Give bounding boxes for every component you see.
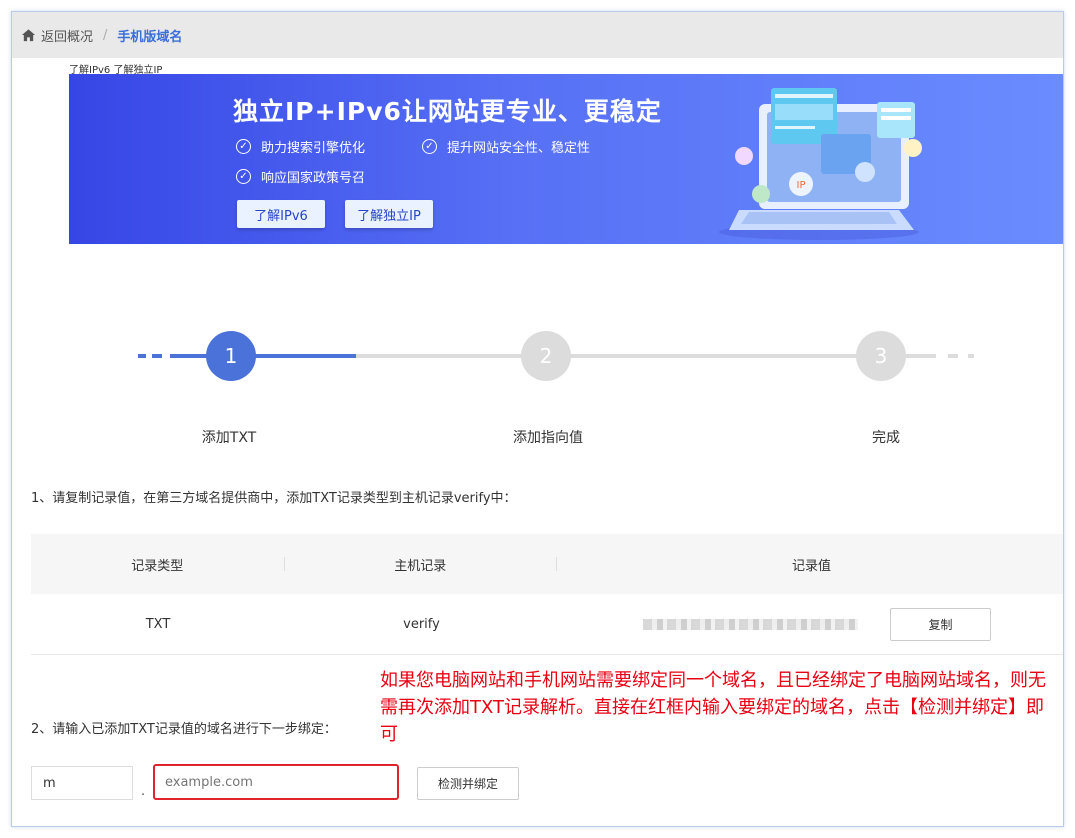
table-header: 记录类型 主机记录 记录值 [31,534,1063,594]
domain-input[interactable] [153,764,399,800]
progress-line [170,354,356,358]
step-2-label: 添加指向值 [513,430,583,446]
table-row: TXT verify 复制 [31,594,1063,655]
blurred-record-value [643,618,858,630]
column-header-value: 记录值 [791,558,831,574]
breadcrumb-current: 手机版域名 [117,29,183,45]
copy-button[interactable]: 复制 [890,607,991,641]
banner-feature: ✓ 响应国家政策号召 [236,167,365,186]
home-icon[interactable] [21,28,36,43]
check-circle-icon: ✓ [422,139,437,154]
cell-type: TXT [145,616,171,632]
annotation-note: 如果您电脑网站和手机网站需要绑定同一个域名，且已经绑定了电脑网站域名，则无需再次… [380,670,1046,745]
check-circle-icon: ✓ [236,169,251,184]
column-header-type: 记录类型 [131,558,184,574]
banner-feature: ✓ 助力搜索引擎优化 [236,137,365,156]
step-1-circle: 1 [206,331,256,381]
banner-feature-text: 提升网站安全性、稳定性 [447,141,591,156]
step-2-circle: 2 [521,331,571,381]
learn-ipv6-button[interactable]: 了解IPv6 [237,200,325,228]
progress-line [968,354,974,358]
instruction-step-2: 2、请输入已添加TXT记录值的域名进行下一步绑定： [31,722,337,737]
step-3-label: 完成 [872,430,900,446]
dns-record-table: 记录类型 主机记录 记录值 TXT verify 复制 [31,534,1063,655]
domain-dot-separator: . [141,784,146,799]
progress-line [152,354,162,358]
check-and-bind-button[interactable]: 检测并绑定 [417,767,519,800]
laptop-illustration-icon: IP [719,88,922,240]
subdomain-input[interactable] [31,766,133,800]
column-header-host: 主机记录 [394,558,447,574]
promo-banner[interactable]: 独立IP+IPv6让网站更专业、更稳定 ✓ 助力搜索引擎优化 ✓ 提升网站安全性… [69,74,1063,244]
instruction-step-1: 1、请复制记录值，在第三方域名提供商中，添加TXT记录类型到主机记录verify… [31,491,517,506]
banner-feature-text: 助力搜索引擎优化 [261,141,366,156]
step-3-circle: 3 [856,331,906,381]
step-1-label: 添加TXT [201,430,257,446]
learn-ip-button[interactable]: 了解独立IP [345,200,433,228]
cell-value: 复制 [558,607,991,641]
banner-title: 独立IP+IPv6让网站更专业、更稳定 [233,97,662,126]
banner-feature-text: 响应国家政策号召 [261,171,366,186]
progress-line [356,354,936,358]
progress-line [948,354,958,358]
check-circle-icon: ✓ [236,139,251,154]
back-to-overview-link[interactable]: 返回概况 [41,26,93,45]
cell-host: verify [403,616,440,632]
progress-line [138,354,146,358]
step-progress: 1 2 3 添加TXT 添加指向值 完成 [12,302,1063,452]
breadcrumb-separator: / [103,27,108,43]
banner-feature: ✓ 提升网站安全性、稳定性 [422,137,590,156]
page-frame: 返回概况 / 手机版域名 了解IPv6 了解独立IP 独立IP+IPv6让网站更… [11,11,1064,827]
svg-text:IP: IP [797,180,806,191]
breadcrumb: 返回概况 / 手机版域名 [12,12,1063,58]
